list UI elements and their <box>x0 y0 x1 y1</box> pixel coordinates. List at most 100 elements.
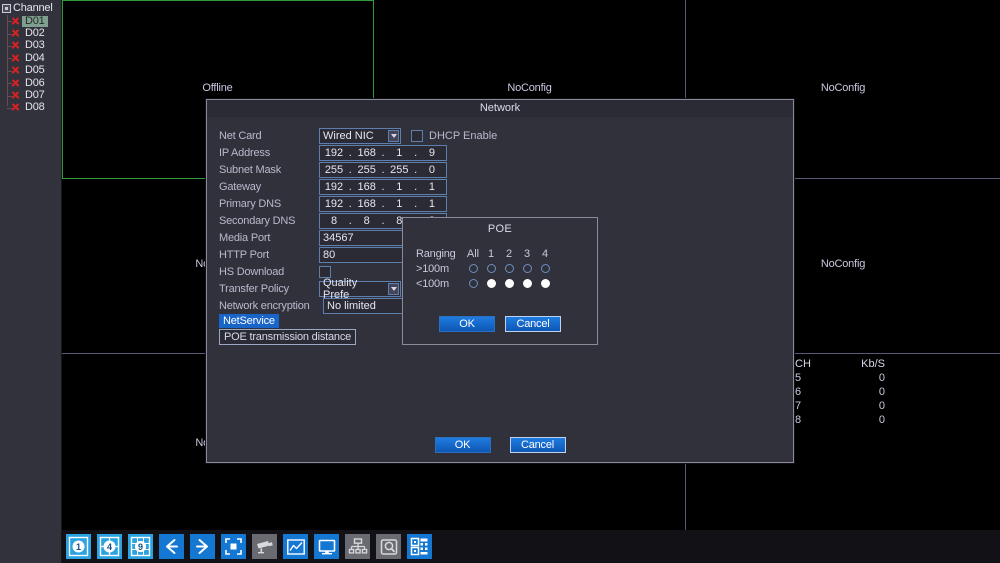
poe-radio-cell[interactable] <box>464 264 482 273</box>
network-encryption-input[interactable]: No limited <box>323 298 411 314</box>
primary-dns-input[interactable]: 192. 168. 1. 1 <box>319 196 447 212</box>
radio-icon[interactable] <box>505 264 514 273</box>
netservice-button[interactable]: NetService <box>219 314 279 328</box>
radio-icon[interactable] <box>523 264 532 273</box>
mask-octet-2[interactable]: 255 <box>356 164 378 176</box>
pdns-octet-3[interactable]: 1 <box>388 198 410 210</box>
net-card-select[interactable]: Wired NIC <box>319 128 401 144</box>
radio-icon[interactable] <box>523 279 532 288</box>
stats-ch: 7 <box>795 399 837 413</box>
http-port-input[interactable]: 80 <box>319 247 407 263</box>
poe-radio-cell[interactable] <box>482 264 500 273</box>
sidebar-item-d04[interactable]: D04 <box>0 52 61 64</box>
view-9-button[interactable]: 9 <box>128 534 153 559</box>
poe-radio-cell[interactable] <box>518 279 536 288</box>
ip-octet-3[interactable]: 1 <box>388 147 410 159</box>
sidebar-item-label: D01 <box>22 16 48 27</box>
poe-radio-cell[interactable] <box>500 279 518 288</box>
stats-kbs: 0 <box>837 399 885 413</box>
red-x-icon <box>10 53 21 64</box>
sidebar-item-d05[interactable]: D05 <box>0 65 61 77</box>
media-port-input[interactable]: 34567 <box>319 230 407 246</box>
ip-address-input[interactable]: 192. 168. 1. 9 <box>319 145 447 161</box>
sidebar-item-d08[interactable]: D08 <box>0 102 61 114</box>
red-x-icon <box>10 102 21 113</box>
qrcode-button[interactable] <box>407 534 432 559</box>
ip-dot: . <box>348 181 352 193</box>
gw-octet-2[interactable]: 168 <box>356 181 378 193</box>
red-x-icon <box>10 40 21 51</box>
gw-octet-4[interactable]: 1 <box>421 181 443 193</box>
poe-radio-cell[interactable] <box>536 279 554 288</box>
ip-dot: . <box>414 164 418 176</box>
radio-icon[interactable] <box>469 264 478 273</box>
chevron-down-icon[interactable] <box>388 130 399 142</box>
channel-sidebar: Channel D01D02D03D04D05D06D07D08 <box>0 0 62 563</box>
chevron-down-icon[interactable] <box>388 283 399 295</box>
poe-distance-row: POE transmission distance <box>219 328 356 345</box>
sidebar-item-label: D08 <box>22 102 48 113</box>
transfer-policy-select[interactable]: Quality Prefe <box>319 281 401 297</box>
ip-dot: . <box>381 198 385 210</box>
chart-button[interactable] <box>283 534 308 559</box>
poe-radio-cell[interactable] <box>536 264 554 273</box>
sdns-octet-2[interactable]: 8 <box>356 215 378 227</box>
sidebar-item-d02[interactable]: D02 <box>0 27 61 39</box>
monitor-button[interactable] <box>314 534 339 559</box>
radio-icon[interactable] <box>541 279 550 288</box>
sidebar-item-d03[interactable]: D03 <box>0 40 61 52</box>
red-x-icon <box>10 65 21 76</box>
gw-octet-3[interactable]: 1 <box>388 181 410 193</box>
ip-dot: . <box>414 147 418 159</box>
view-4-button[interactable]: 4 <box>97 534 122 559</box>
video-cell-label: Offline <box>62 82 373 94</box>
dhcp-enable-checkbox[interactable] <box>411 130 423 142</box>
sidebar-item-d06[interactable]: D06 <box>0 77 61 89</box>
network-tree-button[interactable] <box>345 534 370 559</box>
ip-octet-4[interactable]: 9 <box>421 147 443 159</box>
poe-transmission-distance-button[interactable]: POE transmission distance <box>219 329 356 345</box>
sidebar-item-d07[interactable]: D07 <box>0 89 61 101</box>
mask-octet-3[interactable]: 255 <box>388 164 410 176</box>
fullscreen-button[interactable] <box>221 534 246 559</box>
mask-octet-1[interactable]: 255 <box>323 164 345 176</box>
network-dialog-title: Network <box>207 100 793 117</box>
network-ok-button[interactable]: OK <box>435 437 491 453</box>
red-x-icon <box>10 28 21 39</box>
table-row: 8 0 <box>795 413 885 427</box>
poe-radio-cell[interactable] <box>518 264 536 273</box>
ip-octet-1[interactable]: 192 <box>323 147 345 159</box>
sdns-octet-1[interactable]: 8 <box>323 215 345 227</box>
network-cancel-button[interactable]: Cancel <box>510 437 566 453</box>
poe-radio-cell[interactable] <box>500 264 518 273</box>
poe-dialog-title: POE <box>403 218 597 235</box>
subnet-mask-input[interactable]: 255. 255. 255. 0 <box>319 162 447 178</box>
channel-list: D01D02D03D04D05D06D07D08 <box>0 15 61 114</box>
view-1-button[interactable]: 1 <box>66 534 91 559</box>
camera-button[interactable] <box>252 534 277 559</box>
poe-cancel-button[interactable]: Cancel <box>505 316 561 332</box>
pdns-octet-1[interactable]: 192 <box>323 198 345 210</box>
mask-octet-4[interactable]: 0 <box>421 164 443 176</box>
channel-sidebar-header: Channel <box>0 0 61 14</box>
radio-icon[interactable] <box>487 264 496 273</box>
disk-search-button[interactable] <box>376 534 401 559</box>
radio-icon[interactable] <box>505 279 514 288</box>
gw-octet-1[interactable]: 192 <box>323 181 345 193</box>
pdns-octet-2[interactable]: 168 <box>356 198 378 210</box>
prev-page-button[interactable] <box>159 534 184 559</box>
channel-sidebar-title: Channel <box>13 3 53 14</box>
radio-icon[interactable] <box>541 264 550 273</box>
checkbox-icon[interactable] <box>2 4 11 13</box>
ip-octet-2[interactable]: 168 <box>356 147 378 159</box>
radio-icon[interactable] <box>469 279 478 288</box>
gateway-input[interactable]: 192. 168. 1. 1 <box>319 179 447 195</box>
poe-dialog-actions: OK Cancel <box>403 316 597 332</box>
poe-radio-cell[interactable] <box>482 279 500 288</box>
poe-radio-cell[interactable] <box>464 279 482 288</box>
pdns-octet-4[interactable]: 1 <box>421 198 443 210</box>
ip-dot: . <box>414 181 418 193</box>
poe-ok-button[interactable]: OK <box>439 316 495 332</box>
next-page-button[interactable] <box>190 534 215 559</box>
radio-icon[interactable] <box>487 279 496 288</box>
